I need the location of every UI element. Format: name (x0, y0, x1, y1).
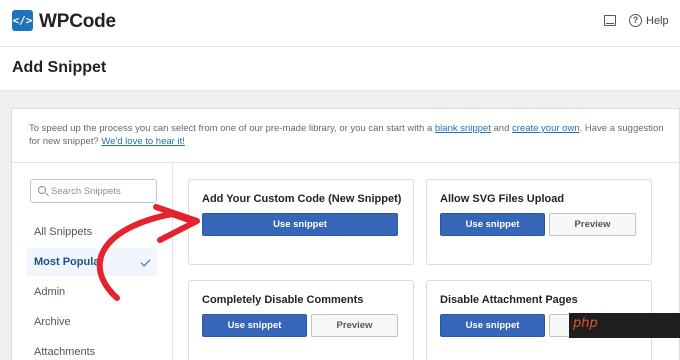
search-input[interactable] (51, 184, 151, 199)
top-bar: </> WPCode ? Help (0, 0, 680, 47)
use-snippet-button[interactable]: Use snippet (202, 213, 398, 236)
category-label: Most Popular (34, 256, 104, 268)
search-icon (38, 186, 46, 194)
divider (12, 162, 679, 163)
page-header: Add Snippet (0, 47, 680, 91)
intro-text: To speed up the process you can select f… (29, 122, 669, 148)
checkmark-icon (140, 256, 151, 267)
snippet-title: Allow SVG Files Upload (440, 193, 565, 205)
help-icon[interactable]: ? (629, 14, 642, 27)
snippet-title: Completely Disable Comments (202, 294, 364, 306)
snippet-card-custom-code: Add Your Custom Code (New Snippet) Use s… (188, 179, 414, 265)
suggest-snippet-link[interactable]: We'd love to hear it! (101, 136, 185, 147)
category-archive[interactable]: Archive (26, 308, 157, 336)
watermark-text: php (573, 316, 598, 331)
category-all-snippets[interactable]: All Snippets (26, 218, 157, 246)
watermark: php (569, 313, 680, 338)
intro-text-part: To speed up the process you can select f… (29, 123, 435, 134)
category-most-popular[interactable]: Most Popular (26, 248, 157, 276)
snippet-title: Disable Attachment Pages (440, 294, 578, 306)
category-label: Attachments (34, 346, 96, 358)
page-title: Add Snippet (12, 59, 107, 76)
use-snippet-button[interactable]: Use snippet (440, 213, 545, 236)
snippet-card-svg-upload: Allow SVG Files Upload Use snippet Previ… (426, 179, 652, 265)
category-label: All Snippets (34, 226, 93, 238)
search-box[interactable] (30, 179, 157, 203)
category-label: Admin (34, 286, 66, 298)
use-snippet-button[interactable]: Use snippet (202, 314, 307, 337)
snippet-card-disable-comments: Completely Disable Comments Use snippet … (188, 280, 414, 360)
intro-text-part: and (490, 123, 513, 134)
use-snippet-button[interactable]: Use snippet (440, 314, 545, 337)
category-admin[interactable]: Admin (26, 278, 157, 306)
app-name: WPCode (39, 11, 116, 32)
preview-button[interactable]: Preview (549, 213, 636, 236)
help-link[interactable]: Help (646, 15, 669, 27)
category-attachments[interactable]: Attachments (26, 338, 157, 360)
sidebar-divider (172, 163, 173, 360)
category-label: Archive (34, 316, 71, 328)
create-your-own-link[interactable]: create your own (512, 123, 580, 134)
preview-button[interactable]: Preview (311, 314, 398, 337)
blank-snippet-link[interactable]: blank snippet (435, 123, 491, 134)
screen-options-icon[interactable] (604, 15, 616, 26)
wpcode-logo-icon: </> (12, 10, 33, 31)
snippet-title: Add Your Custom Code (New Snippet) (202, 193, 402, 205)
